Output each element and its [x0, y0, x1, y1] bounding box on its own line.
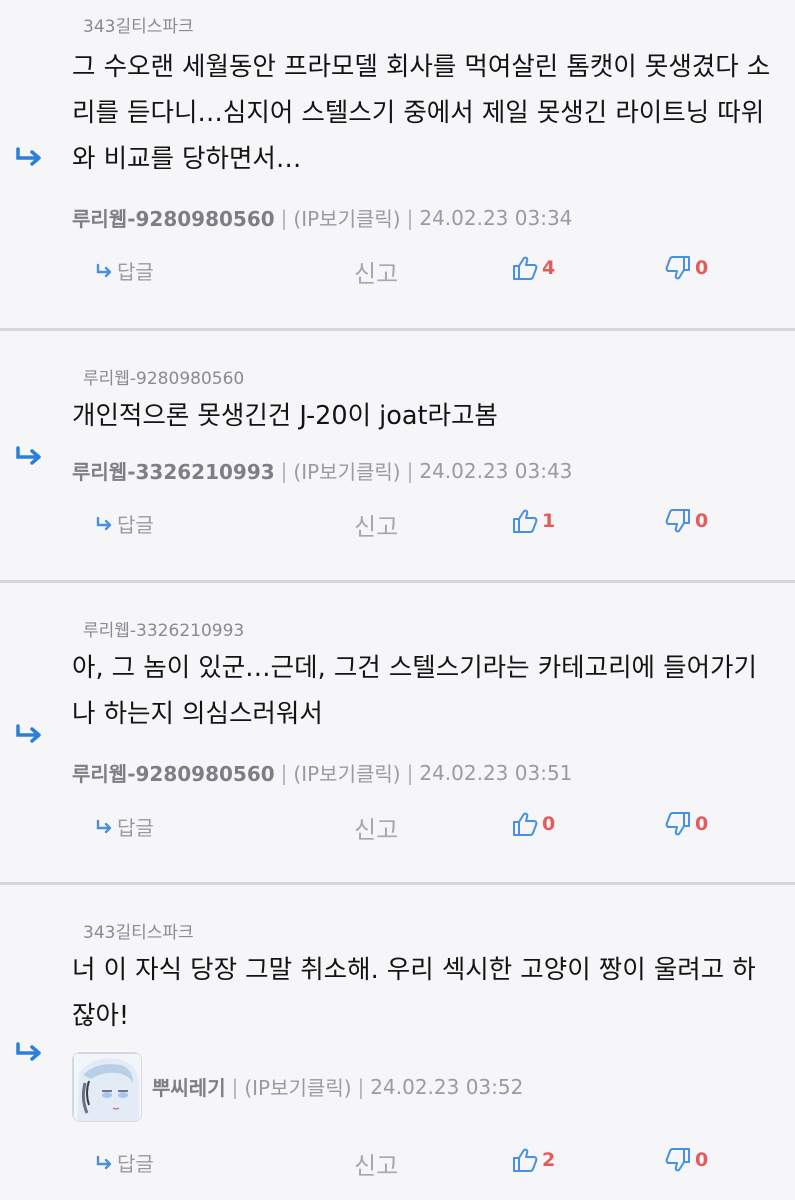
comment-meta: 루리웹-3326210993 | (IP보기클릭) | 24.02.23 03:…	[72, 456, 572, 485]
reply-arrow-icon	[16, 1042, 41, 1061]
dislike-count: 0	[695, 510, 709, 532]
comment-timestamp: 24.02.23 03:52	[370, 1074, 524, 1099]
like-button[interactable]: 4	[511, 254, 555, 282]
comment-item: 343길티스파크 그 수오랜 세월동안 프라모델 회사를 먹여살린 톰캣이 못생…	[0, 0, 795, 331]
meta-divider: |	[406, 205, 414, 230]
reply-label: 답글	[117, 816, 154, 840]
reply-button[interactable]: 답글	[95, 509, 154, 538]
dislike-count: 0	[695, 1149, 709, 1171]
comment-body: 아, 그 놈이 있군…근데, 그건 스텔스기라는 카테고리에 들어가기나 하는지…	[72, 653, 757, 729]
meta-divider: |	[280, 760, 288, 785]
meta-divider: |	[406, 458, 414, 483]
thumbs-up-icon	[513, 1148, 538, 1172]
reply-button[interactable]: 답글	[95, 1148, 154, 1177]
comment-actions: 답글 신고 1 0	[0, 507, 795, 542]
like-count: 2	[542, 1149, 556, 1171]
like-button[interactable]: 0	[511, 810, 555, 838]
reply-target-name[interactable]: 루리웹-3326210993	[83, 616, 244, 641]
meta-divider: |	[280, 458, 288, 483]
comment-meta: 루리웹-9280980560 | (IP보기클릭) | 24.02.23 03:…	[72, 203, 572, 232]
comment-timestamp: 24.02.23 03:43	[419, 458, 573, 483]
comment-actions: 답글 신고 0 0	[0, 810, 795, 845]
comment-timestamp: 24.02.23 03:51	[419, 760, 573, 785]
comment-nickname[interactable]: 루리웹-9280980560	[72, 203, 275, 232]
comment-meta: 뿌씨레기 | (IP보기클릭) | 24.02.23 03:52	[152, 1072, 523, 1101]
comment-item: 루리웹-3326210993 아, 그 놈이 있군…근데, 그건 스텔스기라는 …	[0, 583, 795, 885]
comment-item: 루리웹-9280980560 개인적으론 못생긴건 J-20이 joat라고봄 …	[0, 331, 795, 583]
reply-arrow-icon	[96, 1155, 112, 1169]
comment-actions: 답글 신고 4 0	[0, 254, 795, 289]
thumbs-up-icon	[513, 509, 538, 533]
avatar-image	[73, 1053, 141, 1121]
comment-nickname[interactable]: 루리웹-9280980560	[72, 758, 275, 787]
reply-label: 답글	[117, 1152, 154, 1176]
comment-body: 그 수오랜 세월동안 프라모델 회사를 먹여살린 톰캣이 못생겼다 소리를 듣다…	[72, 52, 771, 174]
like-count: 0	[542, 813, 556, 835]
meta-divider: |	[231, 1074, 239, 1099]
thumbs-down-icon	[665, 256, 690, 280]
dislike-button[interactable]: 0	[664, 254, 708, 282]
reply-arrow-icon	[96, 263, 112, 277]
reply-label: 답글	[117, 513, 154, 537]
comment-body: 너 이 자식 당장 그말 취소해. 우리 섹시한 고양이 짱이 울려고 하잖아!	[72, 955, 756, 1031]
ip-view-link[interactable]: (IP보기클릭)	[293, 456, 400, 485]
ip-view-link[interactable]: (IP보기클릭)	[293, 758, 400, 787]
like-button[interactable]: 1	[511, 507, 555, 535]
like-count: 1	[542, 510, 556, 532]
dislike-count: 0	[695, 257, 709, 279]
report-button[interactable]: 신고	[354, 507, 398, 542]
like-count: 4	[542, 257, 556, 279]
reply-arrow-icon	[16, 446, 41, 465]
dislike-button[interactable]: 0	[664, 810, 708, 838]
comment-nickname[interactable]: 루리웹-3326210993	[72, 456, 275, 485]
meta-divider: |	[357, 1074, 365, 1099]
reply-arrow-icon	[16, 724, 41, 743]
thumbs-up-icon	[513, 256, 538, 280]
report-button[interactable]: 신고	[354, 810, 398, 845]
reply-button[interactable]: 답글	[95, 812, 154, 841]
thumbs-down-icon	[665, 1148, 690, 1172]
reply-arrow-icon	[16, 147, 41, 166]
report-button[interactable]: 신고	[354, 254, 398, 289]
meta-divider: |	[406, 760, 414, 785]
reply-arrow-icon	[96, 819, 112, 833]
comment-nickname[interactable]: 뿌씨레기	[152, 1072, 226, 1101]
comment-body: 개인적으론 못생긴건 J-20이 joat라고봄	[72, 401, 498, 431]
dislike-button[interactable]: 0	[664, 507, 708, 535]
reply-target-name[interactable]: 343길티스파크	[83, 12, 194, 37]
reply-arrow-icon	[96, 516, 112, 530]
thumbs-down-icon	[665, 509, 690, 533]
reply-button[interactable]: 답글	[95, 256, 154, 285]
like-button[interactable]: 2	[511, 1146, 555, 1174]
comment-actions: 답글 신고 2 0	[0, 1146, 795, 1181]
ip-view-link[interactable]: (IP보기클릭)	[293, 203, 400, 232]
reply-target-name[interactable]: 루리웹-9280980560	[83, 364, 244, 389]
comment-meta: 루리웹-9280980560 | (IP보기클릭) | 24.02.23 03:…	[72, 758, 572, 787]
dislike-count: 0	[695, 813, 709, 835]
meta-divider: |	[280, 205, 288, 230]
comment-timestamp: 24.02.23 03:34	[419, 205, 573, 230]
report-button[interactable]: 신고	[354, 1146, 398, 1181]
reply-label: 답글	[117, 260, 154, 284]
comment-item: 343길티스파크 너 이 자식 당장 그말 취소해. 우리 섹시한 고양이 짱이…	[0, 885, 795, 1200]
thumbs-down-icon	[665, 812, 690, 836]
dislike-button[interactable]: 0	[664, 1146, 708, 1174]
ip-view-link[interactable]: (IP보기클릭)	[244, 1072, 351, 1101]
thumbs-up-icon	[513, 812, 538, 836]
avatar[interactable]	[72, 1052, 142, 1122]
reply-target-name[interactable]: 343길티스파크	[83, 918, 194, 943]
